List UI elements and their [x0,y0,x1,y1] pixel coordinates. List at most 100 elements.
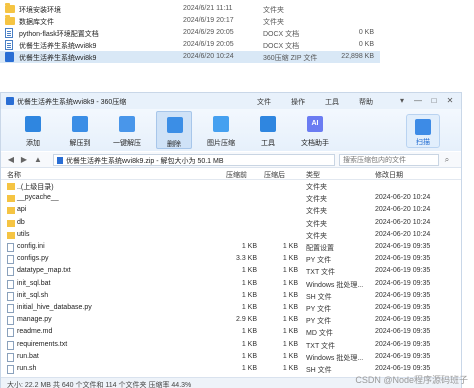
search-icon[interactable]: ⌕ [442,155,452,165]
original-size: 1 KB [241,267,257,275]
file-name: 环境安装环境 [19,7,61,14]
compressed-size: 1 KB [282,340,298,348]
folder-icon [5,3,15,13]
tools-button[interactable]: 工具 [250,111,286,149]
zip-icon [5,52,14,62]
table-row[interactable]: utils 文件夹 2024-06-20 10:24 [1,230,461,241]
col-type[interactable]: 类型 [306,170,320,180]
col-size[interactable]: 压缩后 [264,170,285,180]
original-size: 3.3 KB [235,255,257,263]
original-size: 1 KB [241,304,257,311]
compressed-size: 1 KB [282,279,298,287]
table-row[interactable]: manage.py 2.9 KB 1 KB PY 文件 2024-06-19 09:35 [1,315,461,326]
table-row[interactable]: initial_hive_database.py 1 KB 1 KB PY 文件 202… [1,303,461,314]
menu-file[interactable]: 文件 [257,97,271,107]
file-icon [7,365,14,374]
file-type: 360压缩 ZIP 文件 [263,55,318,62]
table-row[interactable]: config.ini 1 KB 1 KB 配置设置 2024-06-19 09:35 [1,242,461,253]
menu-operation[interactable]: 操作 [291,97,305,107]
col-name[interactable]: 名称 [7,170,21,180]
file-type: 文件夹 [306,232,327,240]
image-compress-button[interactable]: 图片压缩 [203,111,239,149]
table-row[interactable]: init_sql.bat 1 KB 1 KB Windows 批处理... 2024-0… [1,279,461,290]
file-icon [7,291,14,301]
table-row[interactable]: ..(上级目录) 文件夹 [1,181,461,192]
folder-icon [7,207,15,215]
original-size: 1 KB [241,243,257,250]
explorer-row[interactable]: 数据库文件 2024/6/19 20:17 文件夹 [0,15,380,27]
menu-tools[interactable]: 工具 [325,97,339,107]
up-folder-icon[interactable]: ▲ [33,155,43,165]
explorer-row[interactable]: 优餐生活养生系统wvi8k9 2024/6/19 20:05 DOCX 文档 0… [0,39,380,51]
compressed-size: 1 KB [282,352,298,360]
explorer-row[interactable]: python-flask环境配置文档 2024/6/29 20:05 DOCX … [0,27,380,39]
table-row[interactable]: db 文件夹 2024-06-20 10:24 [1,218,461,229]
original-size: 1 KB [241,279,257,287]
image-compress-label: 图片压缩 [207,140,235,147]
file-icon [7,340,14,350]
original-size: 1 KB [241,365,257,372]
zip-window: 优餐生活养生系统wvi8k9 - 360压缩 文件 操作 工具 帮助 ▾ — □… [0,92,462,388]
file-date: 2024/6/19 20:17 [183,17,234,24]
table-row[interactable]: requirements.txt 1 KB 1 KB TXT 文件 2024-06-19… [1,340,461,351]
table-row[interactable]: configs.py 3.3 KB 1 KB PY 文件 2024-06-19 09:3… [1,254,461,265]
ai-icon: AI [307,116,323,132]
file-icon [7,352,14,362]
ai-doc-assistant-label: 文档助手 [301,140,329,147]
forward-icon[interactable]: ▶ [19,155,29,165]
minimize-icon[interactable]: — [413,96,423,106]
compressed-size: 1 KB [282,316,298,324]
original-size: 1 KB [241,340,257,348]
explorer-row[interactable]: 环境安装环境 2024/6/21 11:11 文件夹 [0,3,380,15]
file-type: SH 文件 [306,367,332,374]
skin-icon[interactable]: ▾ [397,96,407,106]
scan-button[interactable]: 扫描 [406,114,440,148]
file-name: init_sql.sh [17,291,49,299]
toolbar: 添加 解压到 一键解压 删除 图片压缩 工具 AI 文档助手 扫描 [1,109,461,151]
file-name: readme.md [17,328,53,336]
col-modified[interactable]: 修改日期 [375,170,403,180]
table-row[interactable]: readme.md 1 KB 1 KB MD 文件 2024-06-19 09:35 [1,327,461,338]
path-text: 优餐生活养生系统wvi8k9.zip - 解包大小为 50.1 MB [66,158,224,165]
maximize-icon[interactable]: □ [429,96,439,106]
delete-icon [167,117,183,133]
modified-date: 2024-06-20 10:24 [375,206,431,214]
file-type: PY 文件 [306,318,332,326]
docx-icon [5,40,13,50]
table-row[interactable]: run.bat 1 KB 1 KB Windows 批处理... 2024-06-19 … [1,352,461,363]
extract-to-button[interactable]: 解压到 [62,111,98,149]
file-icon [7,255,14,265]
col-compressed[interactable]: 压缩前 [226,170,247,180]
table-row[interactable]: api 文件夹 2024-06-20 10:24 [1,205,461,216]
back-icon[interactable]: ◀ [6,155,16,165]
table-row[interactable]: datatype_map.txt 1 KB 1 KB TXT 文件 2024-06-19… [1,266,461,277]
modified-date: 2024-06-19 09:35 [375,267,431,275]
modified-date: 2024-06-19 09:35 [375,316,431,324]
scan-label: 扫描 [416,139,430,146]
tools-label: 工具 [261,140,275,147]
table-row[interactable]: __pycache__ 文件夹 2024-06-20 10:24 [1,193,461,204]
explorer-row-selected[interactable]: 优餐生活养生系统wvi8k9 2024/6/20 10:24 360压缩 ZIP… [0,51,380,63]
modified-date: 2024-06-19 09:35 [375,328,431,336]
file-icon [7,267,14,277]
modified-date: 2024-06-20 10:24 [375,218,431,226]
search-input[interactable] [339,154,439,166]
ai-doc-assistant-button[interactable]: AI 文档助手 [297,111,333,149]
file-type: 文件夹 [306,220,327,228]
path-field[interactable]: 优餐生活养生系统wvi8k9.zip - 解包大小为 50.1 MB V [53,154,372,166]
file-type: 配置设置 [306,245,334,252]
modified-date: 2024-06-19 09:35 [375,340,431,348]
table-row[interactable]: init_sql.sh 1 KB 1 KB SH 文件 2024-06-19 09:35 [1,291,461,302]
folder-icon [5,15,15,25]
one-click-extract-button[interactable]: 一键解压 [109,111,145,149]
modified-date: 2024-06-19 09:35 [375,255,431,263]
delete-button[interactable]: 删除 [156,111,192,149]
close-icon[interactable]: ✕ [445,96,455,106]
extract-icon [72,116,88,132]
app-icon [6,97,14,105]
title-bar: 优餐生活养生系统wvi8k9 - 360压缩 文件 操作 工具 帮助 ▾ — □… [1,93,461,109]
file-icon [7,279,14,289]
menu-help[interactable]: 帮助 [359,97,373,107]
add-button[interactable]: 添加 [15,111,51,149]
folder-icon [7,219,15,227]
